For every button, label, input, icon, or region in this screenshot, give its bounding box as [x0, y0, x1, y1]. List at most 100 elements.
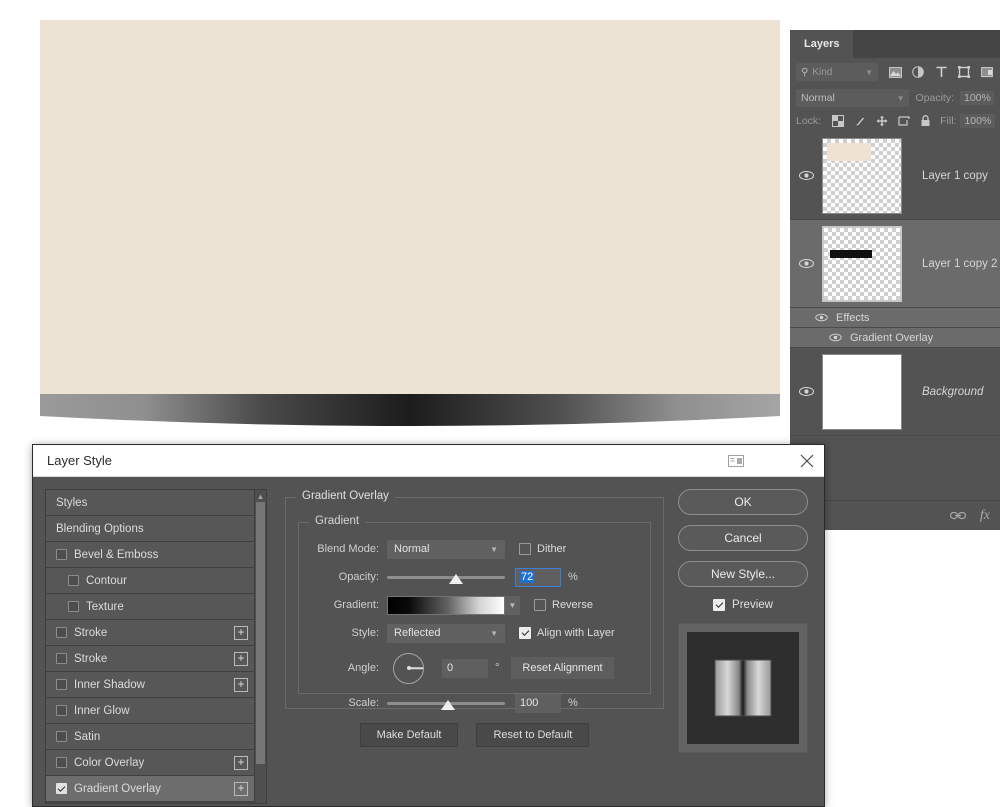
checkbox[interactable] [68, 575, 79, 586]
chevron-up-icon[interactable]: ▲ [255, 490, 266, 502]
layers-filter-row: ⚲ Kind ▼ [790, 58, 1000, 86]
opacity-input[interactable]: 72 [515, 567, 561, 587]
style-item-blending-options[interactable]: Blending Options [46, 516, 256, 542]
checkbox[interactable] [56, 653, 67, 664]
lock-position-icon[interactable] [875, 115, 888, 128]
scrollbar-thumb[interactable] [256, 502, 265, 764]
dock-panel-icon[interactable] [728, 454, 744, 467]
style-item-gradient-overlay[interactable]: Gradient Overlay + [46, 776, 256, 802]
effect-visibility-toggle[interactable] [790, 333, 850, 342]
style-item-contour[interactable]: Contour [46, 568, 256, 594]
slider-knob[interactable] [449, 573, 463, 584]
layer-name[interactable]: Background [914, 386, 1000, 398]
blend-mode-dropdown[interactable]: Normal ▼ [796, 89, 910, 107]
eye-icon [815, 313, 828, 322]
scale-slider[interactable] [387, 694, 505, 713]
checkbox[interactable] [534, 599, 546, 611]
style-item-bevel-emboss[interactable]: Bevel & Emboss [46, 542, 256, 568]
scale-label: Scale: [348, 697, 379, 709]
angle-dial[interactable] [393, 652, 424, 684]
preview-checkbox[interactable]: Preview [713, 599, 773, 611]
checkbox[interactable] [56, 549, 67, 560]
style-item-stroke-2[interactable]: Stroke + [46, 646, 256, 672]
adjustment-layer-icon[interactable] [911, 65, 925, 79]
layer-visibility-toggle[interactable] [790, 170, 822, 181]
tab-layers[interactable]: Layers [790, 30, 854, 58]
checkbox[interactable] [68, 601, 79, 612]
gradient-preview-swatch[interactable] [387, 595, 505, 615]
slider-knob[interactable] [441, 699, 455, 710]
styles-list-scrollbar[interactable]: ▲ [254, 489, 267, 804]
fill-value[interactable]: 100% [960, 114, 996, 128]
opacity-value[interactable]: 100% [960, 91, 994, 105]
checkbox[interactable] [56, 757, 67, 768]
add-effect-icon[interactable]: + [234, 651, 248, 666]
gradient-style-select[interactable]: Reflected ▼ [387, 623, 505, 643]
layer-visibility-toggle[interactable] [790, 258, 822, 269]
angle-input[interactable]: 0 [442, 658, 488, 678]
layers-panel-tabbar: Layers [790, 30, 1000, 58]
align-with-layer-checkbox[interactable]: Align with Layer [519, 627, 615, 639]
filter-kind-dropdown[interactable]: ⚲ Kind ▼ [796, 63, 878, 81]
opacity-slider[interactable] [387, 568, 505, 587]
lock-image-pixels-icon[interactable] [853, 115, 866, 128]
gradient-picker-chevron-down-icon[interactable]: ▼ [505, 595, 520, 615]
style-item-texture[interactable]: Texture [46, 594, 256, 620]
layer-effects-row[interactable]: Effects [790, 308, 1000, 328]
add-effect-icon[interactable]: + [234, 677, 248, 692]
add-effect-icon[interactable]: + [234, 625, 248, 640]
filter-type-icons [888, 65, 994, 79]
layer-thumbnail[interactable] [822, 353, 902, 430]
table-row[interactable]: Layer 1 copy 2 [790, 220, 1000, 308]
checkbox[interactable] [56, 705, 67, 716]
scale-input[interactable]: 100 [515, 693, 561, 713]
cancel-button[interactable]: Cancel [678, 525, 808, 551]
lock-all-icon[interactable] [919, 115, 932, 128]
add-effect-icon[interactable]: + [234, 781, 248, 796]
table-row[interactable]: Background [790, 348, 1000, 436]
style-item-stroke-1[interactable]: Stroke + [46, 620, 256, 646]
table-row[interactable]: Layer 1 copy [790, 132, 1000, 220]
pixel-layer-icon[interactable] [888, 65, 902, 79]
layer-thumbnail[interactable] [822, 137, 902, 214]
style-item-inner-shadow[interactable]: Inner Shadow + [46, 672, 256, 698]
checkbox[interactable] [713, 599, 726, 611]
reset-alignment-button[interactable]: Reset Alignment [511, 657, 614, 679]
type-layer-icon[interactable] [934, 65, 948, 79]
style-item-satin[interactable]: Satin [46, 724, 256, 750]
style-item-styles[interactable]: Styles [46, 490, 256, 516]
checkbox[interactable] [519, 627, 531, 639]
lock-artboard-icon[interactable] [897, 115, 910, 128]
ok-button[interactable]: OK [678, 489, 808, 515]
shape-layer-icon[interactable] [957, 65, 971, 79]
slider-track [387, 575, 505, 579]
add-layer-style-fx-icon[interactable]: fx [980, 508, 990, 524]
smart-object-icon[interactable] [980, 65, 994, 79]
lock-transparent-pixels-icon[interactable] [831, 115, 844, 128]
close-icon[interactable] [800, 454, 814, 468]
layer-thumbnail[interactable] [822, 225, 902, 302]
checkbox[interactable] [56, 731, 67, 742]
make-default-button[interactable]: Make Default [359, 723, 459, 747]
opacity-unit: % [568, 571, 578, 583]
checkbox[interactable] [56, 627, 67, 638]
layer-visibility-toggle[interactable] [790, 386, 822, 397]
effects-visibility-toggle[interactable] [790, 313, 836, 322]
new-style-button[interactable]: New Style... [678, 561, 808, 587]
blend-mode-select[interactable]: Normal ▼ [387, 539, 505, 559]
layer-effect-item[interactable]: Gradient Overlay [790, 328, 1000, 348]
dialog-titlebar[interactable]: Layer Style [33, 445, 824, 477]
layer-name[interactable]: Layer 1 copy [914, 170, 1000, 182]
checkbox[interactable] [519, 543, 531, 555]
reset-to-default-button[interactable]: Reset to Default [476, 723, 590, 747]
reverse-checkbox[interactable]: Reverse [534, 599, 593, 611]
style-item-color-overlay[interactable]: Color Overlay + [46, 750, 256, 776]
checkbox[interactable] [56, 679, 67, 690]
opacity-label: Opacity: [338, 571, 379, 583]
style-item-inner-glow[interactable]: Inner Glow [46, 698, 256, 724]
checkbox[interactable] [56, 783, 67, 794]
add-effect-icon[interactable]: + [234, 755, 248, 770]
link-layers-icon[interactable] [949, 511, 966, 520]
dither-checkbox[interactable]: Dither [519, 543, 566, 555]
layer-name[interactable]: Layer 1 copy 2 [914, 258, 1000, 270]
